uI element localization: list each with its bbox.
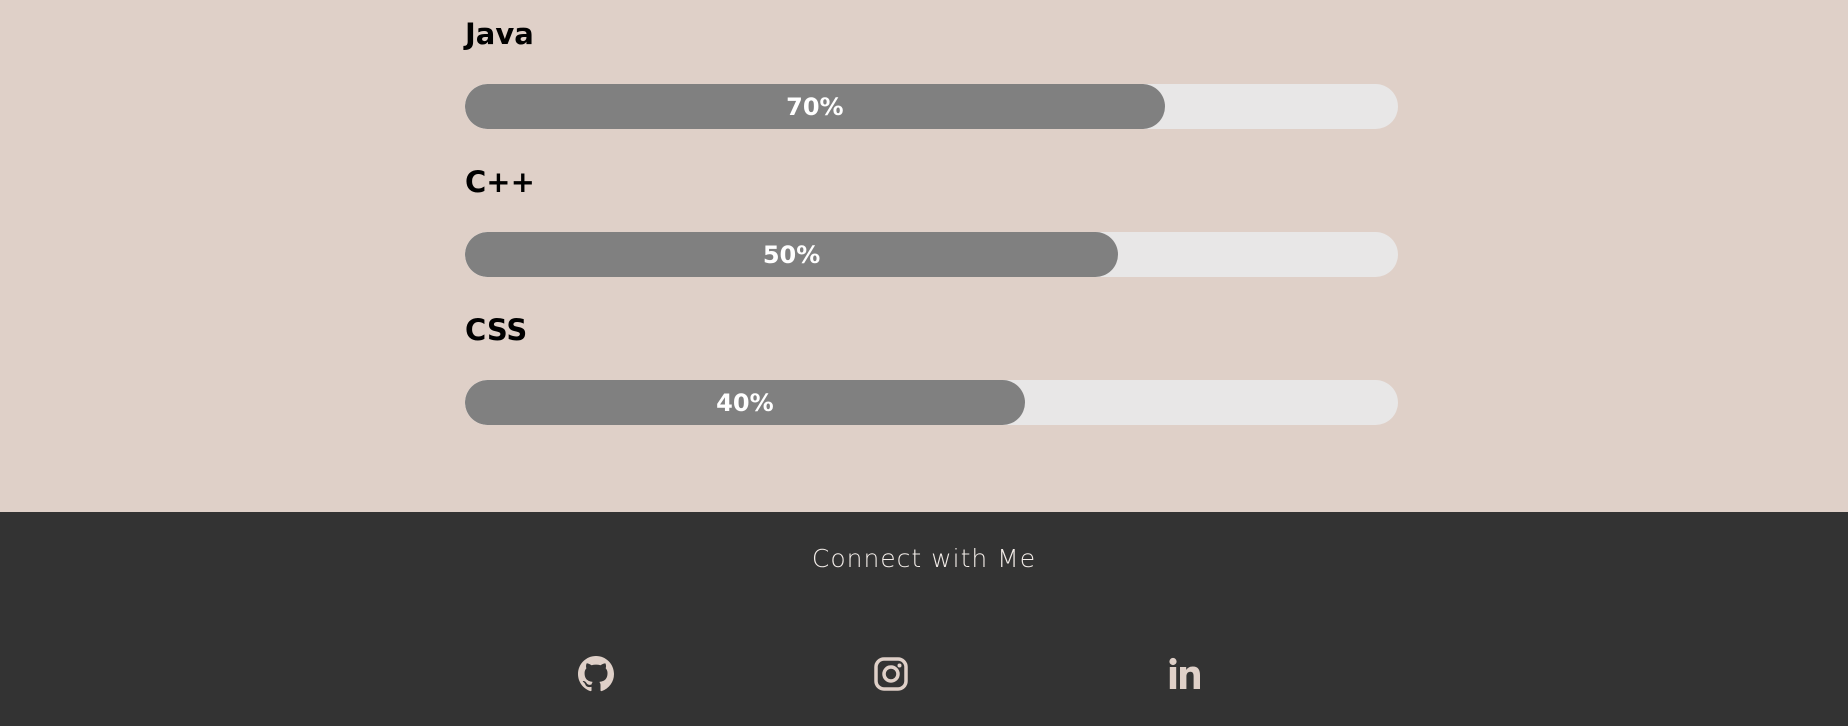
progress-fill: 40% <box>465 380 1025 425</box>
github-link[interactable] <box>576 654 616 694</box>
skill-name: CSS <box>465 313 528 347</box>
instagram-link[interactable] <box>871 654 911 694</box>
progress-fill: 50% <box>465 232 1119 277</box>
progress-fill: 70% <box>465 84 1165 129</box>
skill-name: Java <box>465 17 534 51</box>
skills-section: Java 70% C++ 50% CSS 40% <box>0 0 1848 512</box>
progress-label: 40% <box>716 388 774 417</box>
progress-label: 70% <box>786 92 844 121</box>
footer: Connect with Me <box>0 512 1848 726</box>
progress-track: 40% <box>465 380 1398 425</box>
linkedin-icon <box>1167 656 1203 692</box>
instagram-icon <box>873 656 909 692</box>
progress-label: 50% <box>762 240 821 269</box>
skill-name: C++ <box>465 165 535 199</box>
progress-track: 50% <box>465 232 1398 277</box>
github-icon <box>578 656 614 692</box>
progress-track: 70% <box>465 84 1398 129</box>
connect-heading: Connect with Me <box>811 544 1037 573</box>
linkedin-link[interactable] <box>1165 654 1205 694</box>
